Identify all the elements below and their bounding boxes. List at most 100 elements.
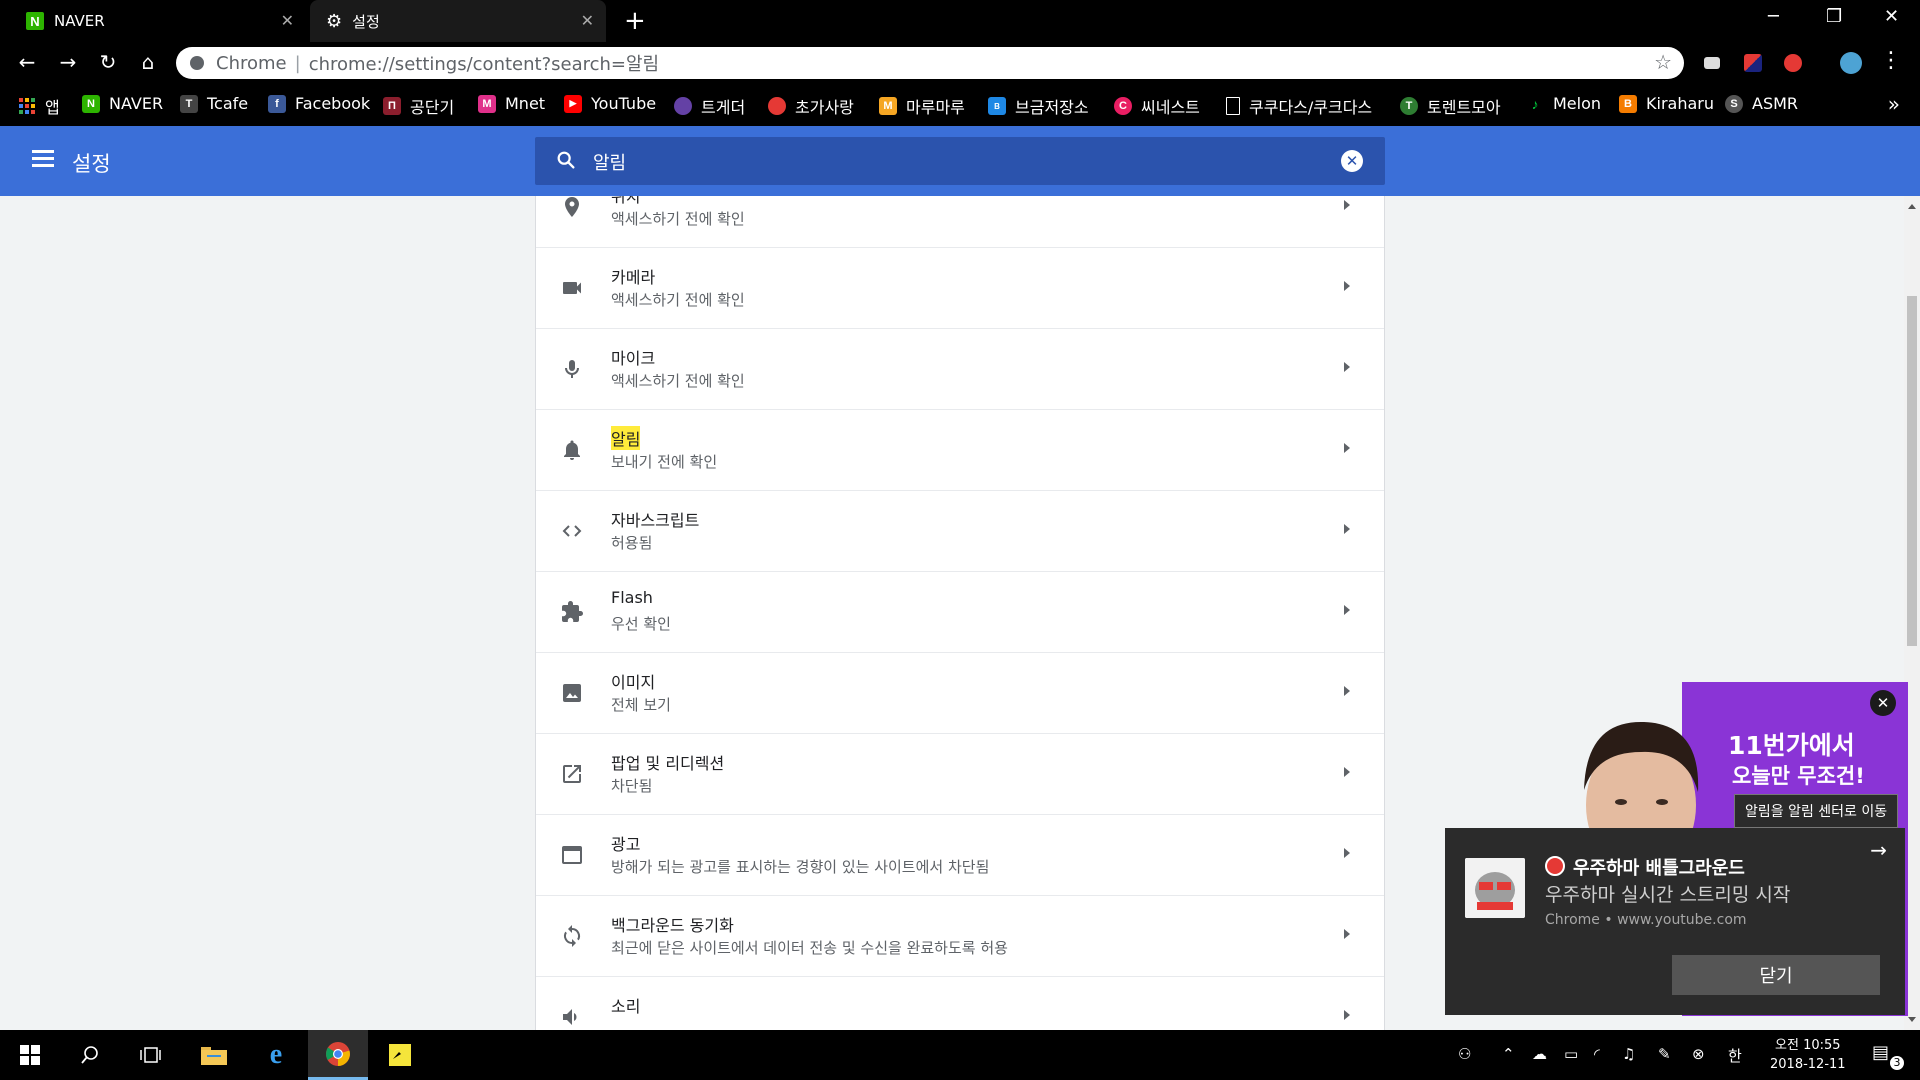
bookmark-cinest[interactable]: C 씨네스트 xyxy=(1114,94,1200,118)
tab-title: 설정 xyxy=(352,12,380,31)
setting-subtitle: 우선 확인 xyxy=(611,615,671,633)
edge-button[interactable]: e xyxy=(246,1030,306,1080)
setting-row-ads[interactable]: 광고 방해가 되는 광고를 표시하는 경향이 있는 사이트에서 차단됨 xyxy=(536,815,1384,896)
bookmark-tgd[interactable]: 트게더 xyxy=(674,94,745,118)
search-taskbar-button[interactable] xyxy=(60,1030,120,1080)
tab-naver[interactable]: N NAVER ✕ xyxy=(0,0,306,42)
tray-expand-icon[interactable]: ⌃ xyxy=(1502,1045,1515,1063)
setting-row-notifications[interactable]: 알림 보내기 전에 확인 xyxy=(536,410,1384,491)
window-close-icon[interactable]: ✕ xyxy=(1884,6,1899,27)
hamburger-menu-icon[interactable] xyxy=(32,150,54,168)
clear-search-icon[interactable]: ✕ xyxy=(1341,150,1363,172)
back-icon[interactable]: ← xyxy=(14,50,40,74)
arrow-right-icon xyxy=(1344,767,1350,777)
bookmark-label: YouTube xyxy=(591,94,657,113)
bookmark-melon[interactable]: ♪ Melon xyxy=(1526,94,1602,113)
bookmark-bgm-store[interactable]: B 브금저장소 xyxy=(988,94,1089,118)
bookmark-kukudas[interactable]: 쿠쿠다스/쿠크다스 xyxy=(1226,94,1372,118)
bookmark-naver[interactable]: N NAVER xyxy=(82,94,163,113)
ad-close-icon[interactable]: ✕ xyxy=(1870,690,1896,716)
setting-subtitle: 방해가 되는 광고를 표시하는 경향이 있는 사이트에서 차단됨 xyxy=(611,858,990,876)
profile-avatar[interactable] xyxy=(1840,52,1862,74)
bookmark-star-icon[interactable]: ☆ xyxy=(1654,50,1672,74)
setting-row-sound[interactable]: 소리 xyxy=(536,977,1384,1030)
bookmark-youtube[interactable]: ▶ YouTube xyxy=(564,94,656,113)
setting-row-camera[interactable]: 카메라 액세스하기 전에 확인 xyxy=(536,248,1384,329)
bookmark-facebook[interactable]: f Facebook xyxy=(268,94,370,113)
people-icon[interactable]: ⚇ xyxy=(1458,1045,1471,1063)
tab-close-icon[interactable]: ✕ xyxy=(581,11,594,30)
battery-icon[interactable]: ▭ xyxy=(1564,1045,1578,1063)
bookmark-asmr[interactable]: S ASMR xyxy=(1725,94,1798,113)
bookmark-mnet[interactable]: M Mnet xyxy=(478,94,545,113)
restore-icon[interactable]: ❐ xyxy=(1826,6,1842,27)
setting-row-images[interactable]: 이미지 전체 보기 xyxy=(536,653,1384,734)
onedrive-icon[interactable]: ☁ xyxy=(1532,1045,1547,1063)
search-input[interactable]: 알림 xyxy=(593,149,626,175)
home-icon[interactable]: ⌂ xyxy=(135,50,161,74)
forward-icon[interactable]: → xyxy=(55,50,81,74)
scroll-down-icon[interactable] xyxy=(1908,1017,1916,1022)
setting-row-background-sync[interactable]: 백그라운드 동기화 최근에 닫은 사이트에서 데이터 전송 및 수신을 완료하도… xyxy=(536,896,1384,977)
ad-window-icon xyxy=(562,846,582,864)
setting-row-microphone[interactable]: 마이크 액세스하기 전에 확인 xyxy=(536,329,1384,410)
extension-icon[interactable] xyxy=(1744,54,1762,72)
bookmark-label: Melon xyxy=(1553,94,1602,113)
scroll-up-icon[interactable] xyxy=(1908,204,1916,209)
speaker-icon xyxy=(563,1009,577,1025)
apps-grid-icon xyxy=(18,97,36,115)
move-to-action-center-icon[interactable]: → xyxy=(1870,838,1887,862)
bookmark-tcafe[interactable]: T Tcafe xyxy=(180,94,248,113)
extension-icon[interactable] xyxy=(1704,57,1720,69)
adblock-icon[interactable] xyxy=(1784,54,1802,72)
tab-close-icon[interactable]: ✕ xyxy=(281,11,294,30)
chrome-notification[interactable]: 우주하마 배틀그라운드 우주하마 실시간 스트리밍 시작 Chrome • ww… xyxy=(1445,828,1905,1015)
start-button[interactable] xyxy=(0,1030,60,1080)
volume-icon[interactable]: ♫ xyxy=(1622,1045,1635,1063)
live-indicator-icon xyxy=(1545,856,1565,876)
document-icon xyxy=(1226,97,1240,115)
chrome-taskbar-button[interactable] xyxy=(308,1030,368,1080)
notification-close-button[interactable]: 닫기 xyxy=(1672,955,1880,995)
bookmark-label: 트게더 xyxy=(701,98,746,117)
setting-subtitle: 보내기 전에 확인 xyxy=(611,453,718,471)
action-center-icon[interactable]: ▤ xyxy=(1872,1042,1889,1063)
bookmark-label: 브금저장소 xyxy=(1015,98,1089,117)
arrow-right-icon xyxy=(1344,281,1350,291)
setting-row-javascript[interactable]: 자바스크립트 허용됨 xyxy=(536,491,1384,572)
code-icon xyxy=(562,525,582,537)
bookmark-torrentmoa[interactable]: T 토렌트모아 xyxy=(1400,94,1501,118)
bookmark-apps[interactable]: 앱 xyxy=(18,94,60,118)
setting-row-location[interactable]: 위치 액세스하기 전에 확인 xyxy=(536,196,1384,248)
camera-icon xyxy=(563,282,581,294)
bookmark-kiraharu[interactable]: B Kiraharu xyxy=(1619,94,1714,113)
file-explorer-button[interactable] xyxy=(184,1030,244,1080)
setting-row-popups[interactable]: 팝업 및 리디렉션 차단됨 xyxy=(536,734,1384,815)
status-x-icon[interactable]: ⊗ xyxy=(1692,1045,1705,1063)
bookmark-label: ASMR xyxy=(1752,94,1799,113)
settings-search-field[interactable]: 알림 ✕ xyxy=(535,137,1385,185)
bookmarks-overflow-icon[interactable]: » xyxy=(1888,92,1900,116)
ad-headline: 11번가에서 xyxy=(1728,731,1855,760)
bookmark-marumaru[interactable]: M 마루마루 xyxy=(879,94,965,118)
ime-indicator[interactable]: 한 xyxy=(1728,1045,1742,1066)
pen-icon[interactable]: ✎ xyxy=(1658,1045,1671,1063)
bookmark-gongdangi[interactable]: П 공단기 xyxy=(383,94,454,118)
setting-subtitle: 액세스하기 전에 확인 xyxy=(611,210,745,228)
minimize-icon[interactable]: ─ xyxy=(1768,6,1779,27)
tab-settings[interactable]: ⚙ 설정 ✕ xyxy=(310,0,606,42)
arrow-right-icon xyxy=(1344,605,1350,615)
wifi-icon[interactable]: ◜ xyxy=(1594,1045,1600,1063)
bookmark-chogasarang[interactable]: 초가사랑 xyxy=(768,94,854,118)
sticky-notes-button[interactable] xyxy=(370,1030,430,1080)
new-tab-icon[interactable]: + xyxy=(624,6,646,36)
setting-row-flash[interactable]: Flash 우선 확인 xyxy=(536,572,1384,653)
address-bar[interactable]: Chrome | chrome://settings/content?searc… xyxy=(176,47,1684,79)
reload-icon[interactable]: ↻ xyxy=(95,50,121,74)
task-view-button[interactable] xyxy=(120,1030,180,1080)
bookmarks-bar: 앱 N NAVER T Tcafe f Facebook П 공단기 M Mne… xyxy=(0,84,1920,126)
ad-subheadline: 오늘만 무조건! xyxy=(1732,764,1865,788)
scroll-thumb[interactable] xyxy=(1907,296,1917,646)
taskbar-clock[interactable]: 오전 10:55 2018-12-11 xyxy=(1770,1036,1846,1074)
menu-dots-icon[interactable]: ⋮ xyxy=(1880,48,1902,73)
